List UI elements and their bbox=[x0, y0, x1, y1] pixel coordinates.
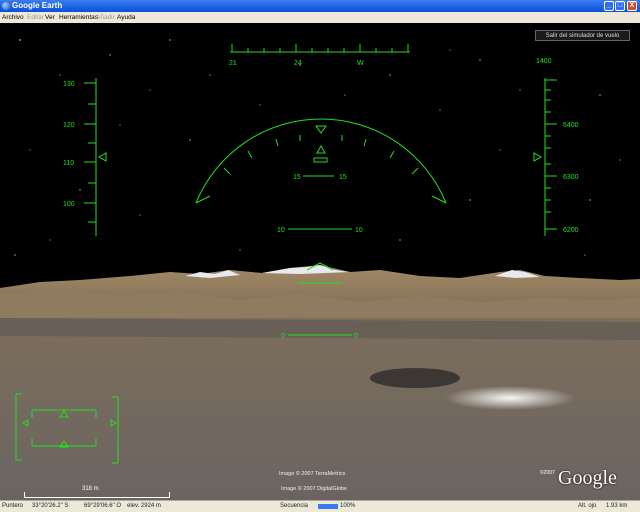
pitch-0-right-label: 0 bbox=[354, 333, 358, 340]
pitch-15-left-label: 15 bbox=[293, 174, 301, 181]
google-earth-app-icon bbox=[2, 2, 10, 10]
menu-anadir[interactable]: Añadir bbox=[96, 14, 115, 21]
menu-ver[interactable]: Ver bbox=[45, 14, 55, 21]
viewport-scene: 21 24 W 130 120 110 100 1400 6400 6300 6… bbox=[0, 23, 640, 500]
pointer-longitude: 69°29'06.6" O bbox=[84, 503, 122, 509]
cloud-shadow bbox=[370, 368, 460, 388]
cloud bbox=[445, 386, 575, 410]
logo-copyright: ©2007 bbox=[540, 470, 555, 476]
altitude-label-6300: 6300 bbox=[563, 174, 579, 181]
menu-editar[interactable]: Editar bbox=[27, 14, 44, 21]
pitch-15-right-label: 15 bbox=[339, 174, 347, 181]
streaming-label: Secuencia bbox=[280, 503, 309, 509]
menu-archivo[interactable]: Archivo bbox=[2, 14, 24, 21]
menu-bar: Archivo Editar Ver Herramientas Añadir A… bbox=[0, 12, 640, 23]
speed-label-130: 130 bbox=[63, 81, 75, 88]
pointer-latitude: 33°20'26.2" S bbox=[32, 503, 69, 509]
heading-label-21: 21 bbox=[229, 60, 237, 67]
eye-altitude-value: 1.93 km bbox=[606, 503, 628, 509]
maximize-button[interactable]: □ bbox=[615, 1, 625, 11]
pitch-0-left-label: 0 bbox=[281, 333, 285, 340]
title-bar: Google Earth _ □ X bbox=[0, 0, 640, 12]
heading-label-24: 24 bbox=[294, 60, 302, 67]
google-logo: Google bbox=[558, 467, 617, 489]
scale-legend-bar bbox=[24, 492, 170, 498]
altitude-label-6200: 6200 bbox=[563, 227, 579, 234]
streaming-value: 100% bbox=[340, 503, 356, 509]
speed-label-100: 100 bbox=[63, 201, 75, 208]
speed-label-120: 120 bbox=[63, 122, 75, 129]
close-button[interactable]: X bbox=[627, 1, 637, 11]
altitude-top-label: 1400 bbox=[536, 58, 552, 65]
imagery-attribution-2: Image © 2007 DigitalGlobe bbox=[281, 486, 348, 492]
pointer-label: Puntero bbox=[2, 503, 24, 509]
earth-viewport[interactable]: 21 24 W 130 120 110 100 1400 6400 6300 6… bbox=[0, 23, 640, 500]
pointer-elevation: elev. 2924 m bbox=[127, 503, 161, 509]
minimize-button[interactable]: _ bbox=[604, 1, 614, 11]
menu-herramientas[interactable]: Herramientas bbox=[59, 14, 98, 21]
altitude-label-6400: 6400 bbox=[563, 122, 579, 129]
speed-label-110: 110 bbox=[63, 160, 74, 167]
streaming-progress-bar bbox=[318, 504, 338, 509]
imagery-attribution-1: Image © 2007 TerraMetrics bbox=[279, 471, 346, 477]
heading-label-w: W bbox=[357, 60, 364, 67]
window-title: Google Earth bbox=[12, 1, 63, 10]
exit-flight-simulator-button[interactable]: Salir del simulador de vuelo bbox=[535, 30, 630, 41]
menu-ayuda[interactable]: Ayuda bbox=[117, 14, 135, 21]
pitch-10-right-label: 10 bbox=[355, 227, 363, 234]
status-bar: Puntero 33°20'26.2" S 69°29'06.6" O elev… bbox=[0, 500, 640, 512]
eye-altitude-label: Alt. ojo bbox=[578, 503, 597, 509]
pitch-10-left-label: 10 bbox=[277, 227, 285, 234]
